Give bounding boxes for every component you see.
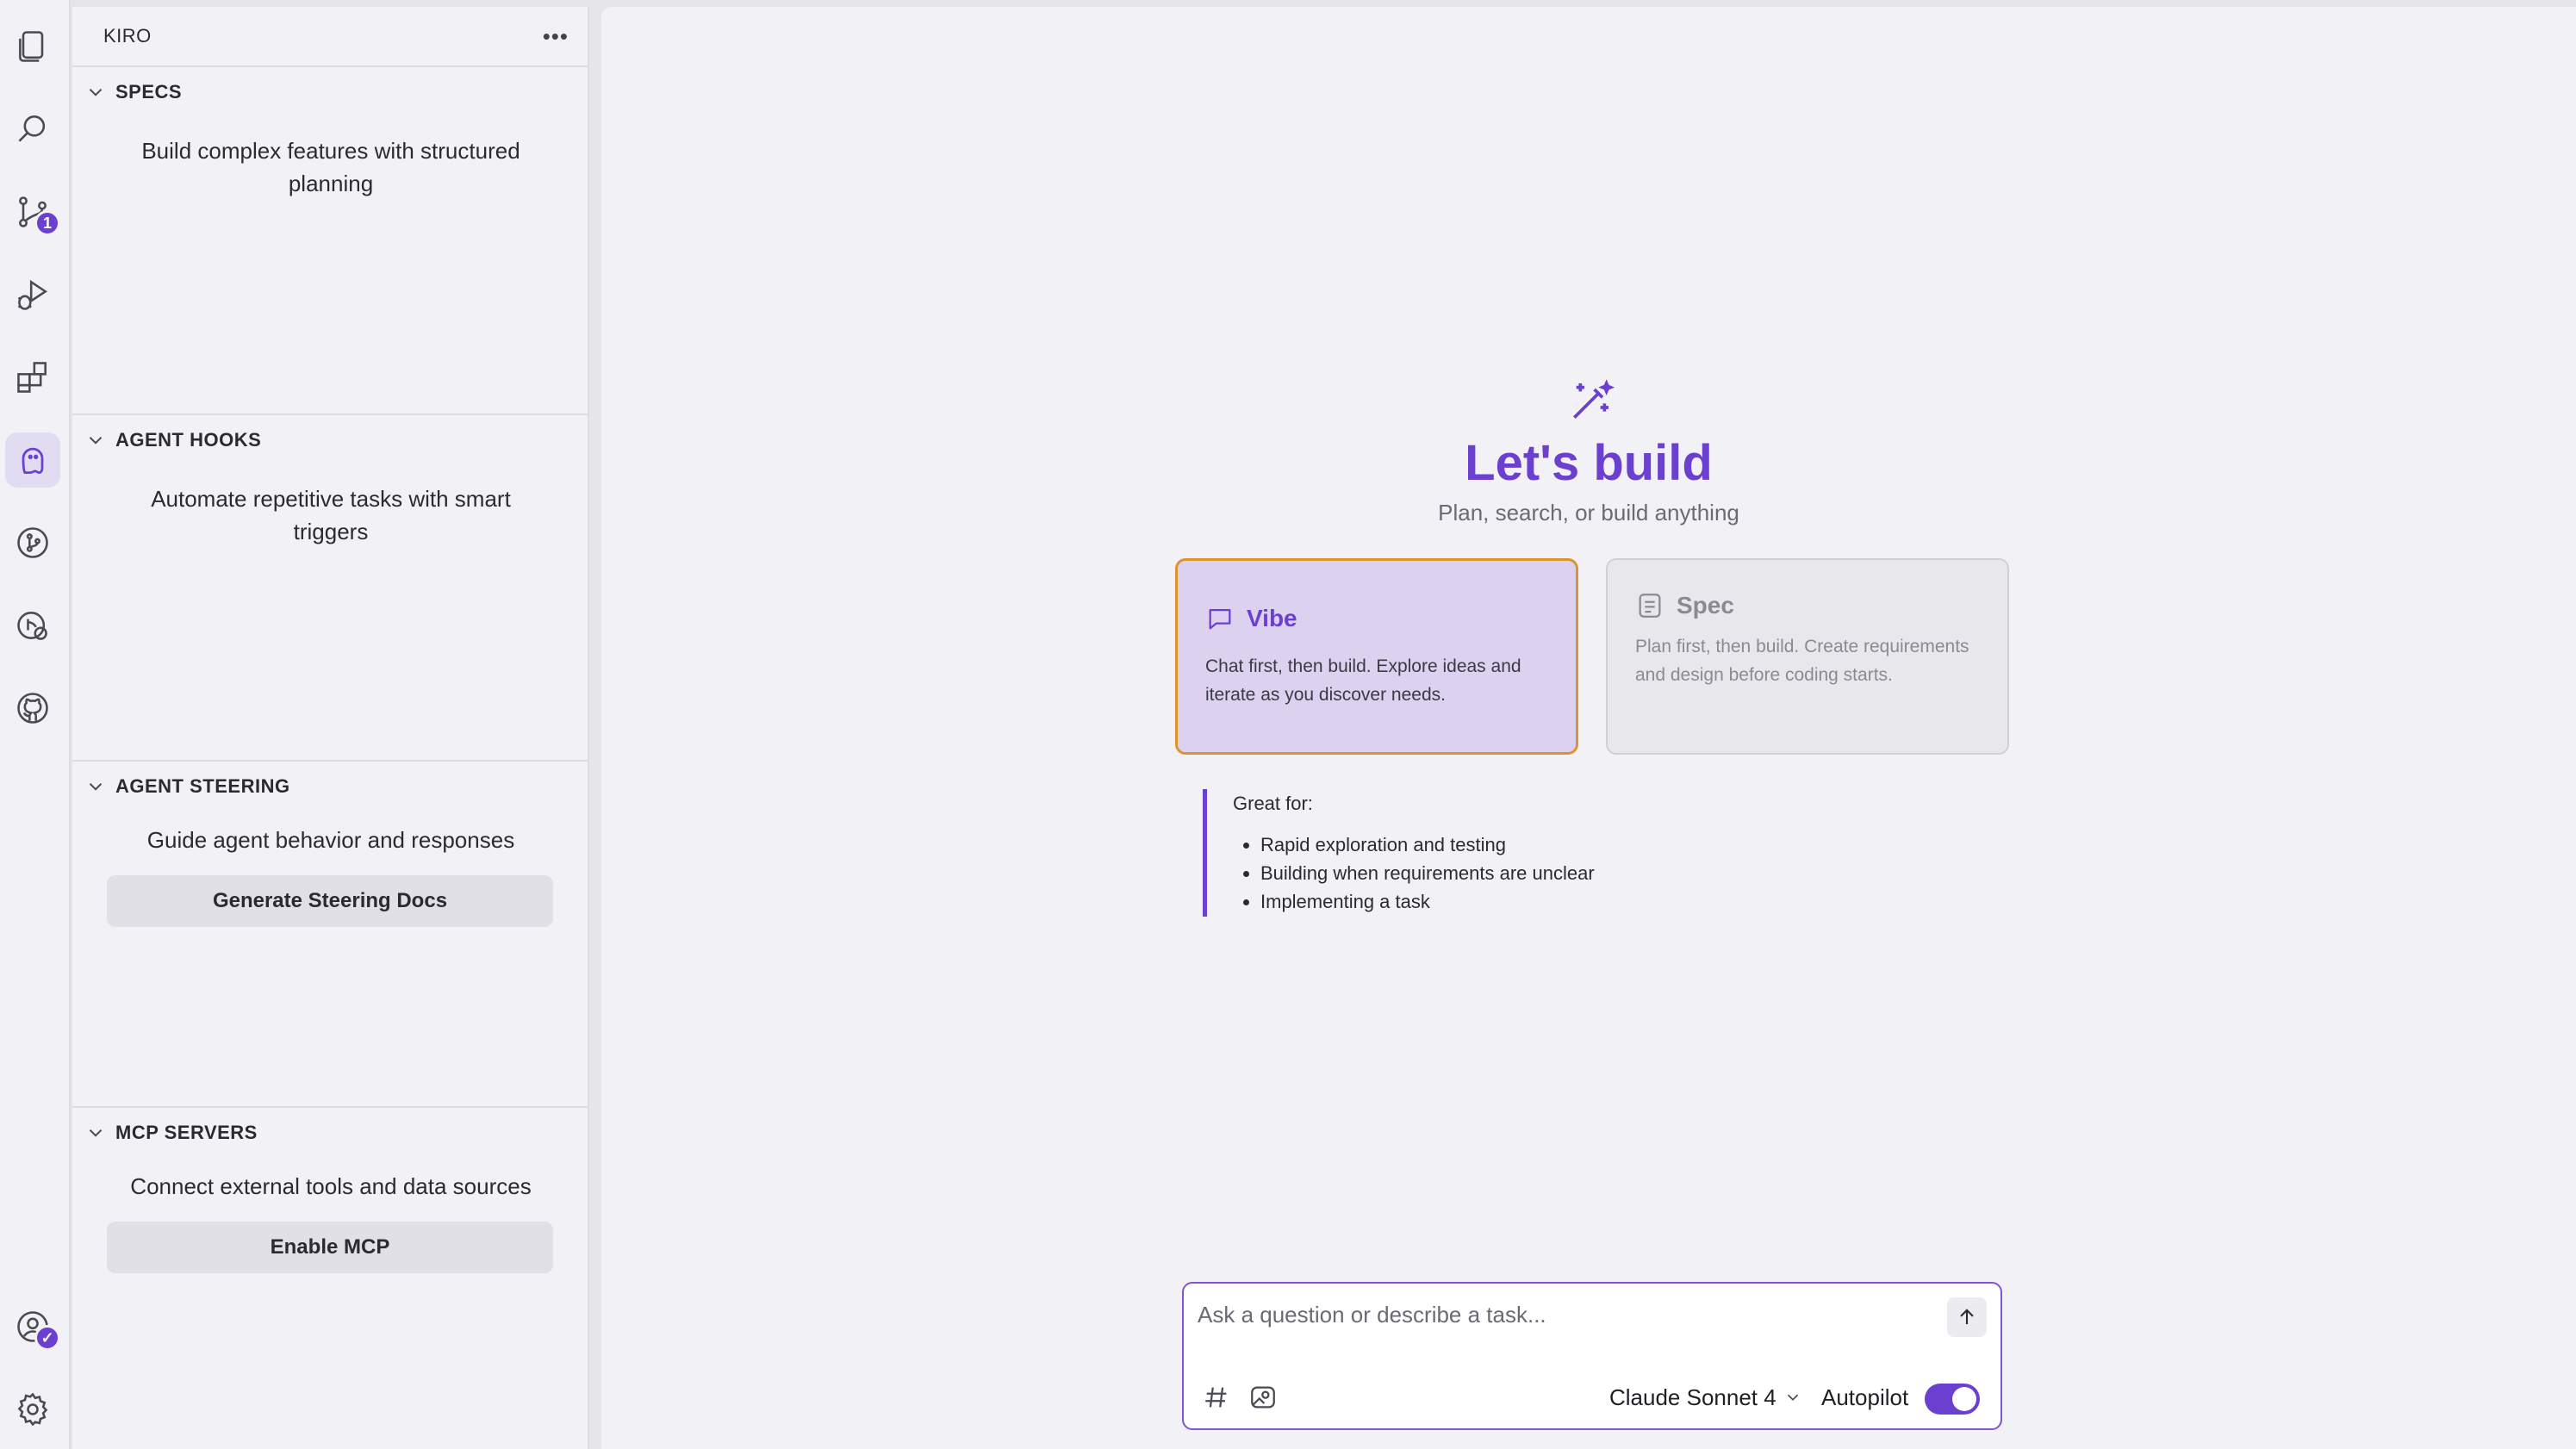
explorer-icon — [19, 31, 44, 62]
kiro-window: 1 ✓ KIRO ••• SPECS Build complex feature… — [0, 0, 2576, 1449]
chevron-down-icon — [1787, 1394, 1798, 1401]
run-debug-button[interactable] — [5, 267, 60, 322]
autopilot-toggle[interactable] — [1925, 1384, 1980, 1415]
agent-steering-description: Guide agent behavior and responses — [146, 827, 515, 853]
account-button[interactable]: ✓ — [5, 1299, 60, 1354]
specs-section: SPECS Build complex features with struct… — [72, 67, 589, 414]
great-for-list: Rapid exploration and testing Building w… — [1233, 830, 1720, 916]
kiro-button[interactable] — [5, 432, 60, 488]
git-graph-icon — [17, 527, 48, 558]
model-name: Claude Sonnet 4 — [1609, 1384, 1776, 1410]
list-item: Building when requirements are unclear — [1260, 859, 1720, 887]
mcp-servers-description: Connect external tools and data sources — [130, 1173, 532, 1199]
chevron-down-icon — [89, 89, 103, 96]
attach-image-button[interactable] — [1246, 1380, 1280, 1415]
chevron-down-icon — [89, 783, 103, 791]
source-control-button[interactable]: 1 — [5, 184, 60, 239]
panel-title: KIRO — [103, 25, 152, 47]
autopilot-label: Autopilot — [1821, 1384, 1909, 1410]
vibe-card-header: Vibe — [1205, 604, 1548, 633]
agent-hooks-description: Automate repetitive tasks with smart tri… — [151, 486, 511, 544]
agent-steering-section: AGENT STEERING Guide agent behavior and … — [72, 760, 589, 1106]
remote-explorer-icon — [17, 612, 47, 640]
vibe-card-description: Chat first, then build. Explore ideas an… — [1205, 656, 1521, 705]
great-for-title: Great for: — [1233, 793, 1313, 814]
remote-explorer-button[interactable] — [5, 598, 60, 653]
context-hash-button[interactable] — [1199, 1380, 1234, 1415]
vibe-mode-card[interactable]: Vibe Chat first, then build. Explore ide… — [1175, 558, 1578, 755]
main-chat-area: Let's build Plan, search, or build anyth… — [601, 7, 2576, 1449]
account-verified-check-icon: ✓ — [34, 1325, 60, 1351]
mcp-servers-section: MCP SERVERS Connect external tools and d… — [72, 1106, 589, 1449]
toggle-knob — [1952, 1387, 1976, 1411]
chat-input-box: Claude Sonnet 4 Autopilot — [1182, 1282, 2002, 1430]
github-button[interactable] — [5, 681, 60, 736]
specs-section-title: SPECS — [115, 81, 183, 103]
spec-card-header: Spec — [1635, 591, 1980, 620]
run-debug-icon — [17, 279, 47, 310]
agent-steering-section-title: AGENT STEERING — [115, 775, 290, 797]
chevron-down-icon — [89, 1129, 103, 1137]
chevron-down-icon — [89, 437, 103, 445]
model-selector[interactable]: Claude Sonnet 4 — [1609, 1382, 1802, 1413]
spec-card-title: Spec — [1677, 592, 1734, 619]
image-icon — [1251, 1386, 1275, 1409]
more-actions-button[interactable]: ••• — [543, 23, 569, 50]
source-control-badge: 1 — [34, 210, 60, 236]
page-title: Let's build — [1465, 435, 1713, 491]
specs-description: Build complex features with structured p… — [141, 138, 520, 196]
search-icon — [18, 115, 46, 142]
github-icon — [17, 693, 48, 724]
agent-hooks-section-title: AGENT HOOKS — [115, 429, 262, 451]
mcp-servers-section-title: MCP SERVERS — [115, 1122, 258, 1143]
search-button[interactable] — [5, 102, 60, 157]
agent-hooks-section: AGENT HOOKS Automate repetitive tasks wi… — [72, 414, 589, 760]
activity-bar: 1 ✓ — [0, 0, 71, 1449]
kiro-side-panel: KIRO ••• SPECS Build complex features wi… — [72, 7, 589, 1449]
arrow-up-icon — [1960, 1309, 1974, 1325]
generate-steering-docs-button[interactable]: Generate Steering Docs — [107, 875, 553, 927]
hash-icon — [1205, 1387, 1227, 1408]
document-list-icon — [1639, 594, 1661, 618]
explorer-button[interactable] — [5, 19, 60, 74]
agent-hooks-section-header[interactable]: AGENT HOOKS — [72, 422, 589, 458]
chat-input[interactable] — [1198, 1297, 1938, 1332]
settings-button[interactable] — [5, 1382, 60, 1437]
send-button[interactable] — [1947, 1297, 1987, 1337]
panel-header: KIRO ••• — [72, 7, 588, 67]
spec-card-description: Plan first, then build. Create requireme… — [1635, 637, 1969, 685]
git-graph-button[interactable] — [5, 515, 60, 570]
vibe-card-title: Vibe — [1247, 605, 1297, 631]
spec-mode-card[interactable]: Spec Plan first, then build. Create requ… — [1606, 558, 2009, 755]
settings-gear-icon — [17, 1392, 48, 1427]
specs-section-header[interactable]: SPECS — [72, 74, 589, 110]
extensions-icon — [17, 362, 47, 393]
agent-steering-section-header[interactable]: AGENT STEERING — [72, 768, 589, 805]
enable-mcp-button[interactable]: Enable MCP — [107, 1222, 553, 1273]
extensions-button[interactable] — [5, 350, 60, 405]
list-item: Rapid exploration and testing — [1260, 830, 1720, 859]
list-item: Implementing a task — [1260, 887, 1720, 916]
magic-wand-icon — [1573, 379, 1615, 419]
chat-bubble-icon — [1209, 608, 1231, 630]
page-subtitle: Plan, search, or build anything — [1438, 500, 1739, 525]
mcp-servers-section-header[interactable]: MCP SERVERS — [72, 1115, 589, 1151]
great-for-box: Great for: Rapid exploration and testing… — [1203, 789, 1720, 917]
kiro-ghost-icon — [22, 447, 44, 475]
